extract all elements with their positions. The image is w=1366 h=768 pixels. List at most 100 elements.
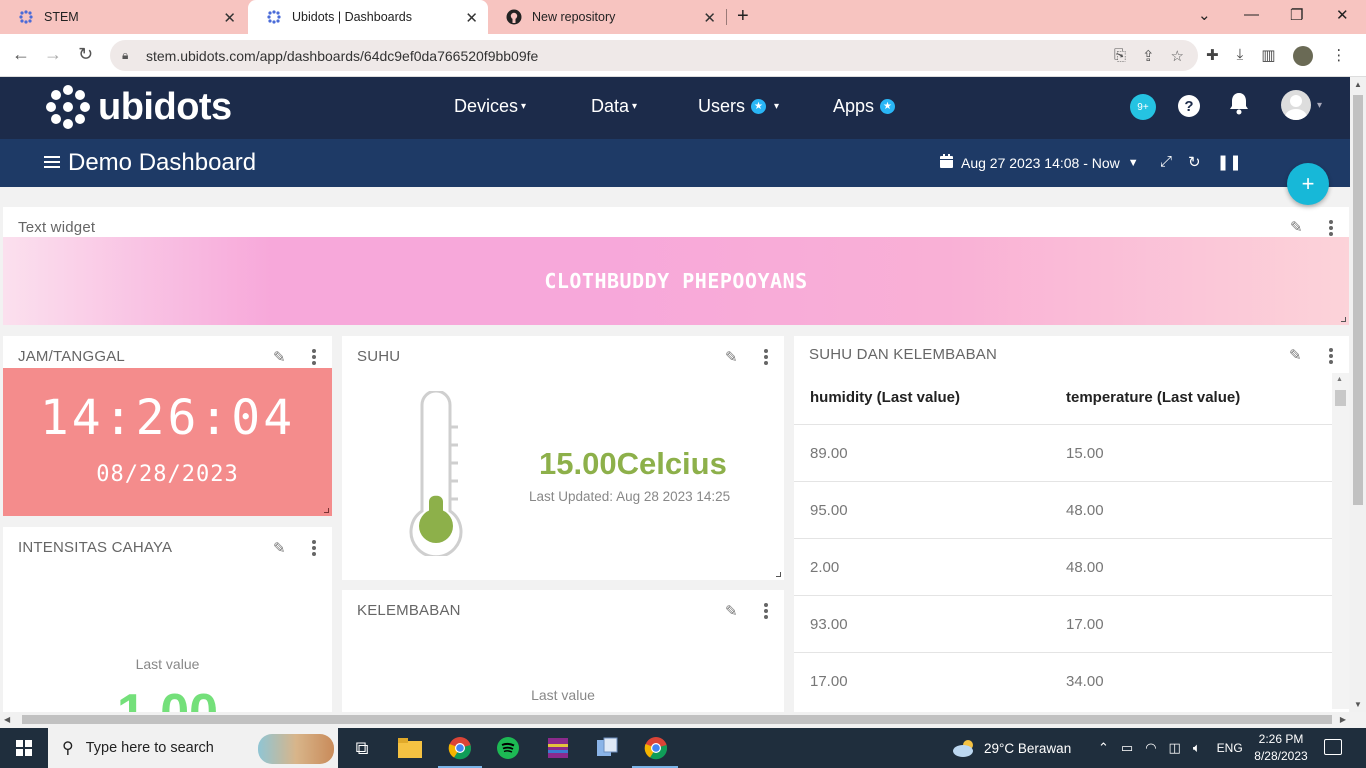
notification-center-icon[interactable] (1324, 739, 1342, 755)
forward-arrow-icon[interactable]: → (44, 44, 62, 65)
more-options-icon[interactable] (1329, 220, 1333, 238)
url-text: stem.ubidots.com/app/dashboards/64dc9ef0… (146, 47, 539, 64)
pause-icon[interactable]: ❚❚ (1217, 153, 1242, 171)
back-arrow-icon[interactable]: ← (12, 44, 30, 65)
language-indicator[interactable]: ENG (1217, 741, 1243, 755)
help-icon[interactable]: ? (1178, 95, 1200, 117)
file-transfer-app-icon[interactable] (593, 734, 621, 762)
browser-menu-icon[interactable]: ⋮ (1331, 46, 1346, 66)
ubidots-logo[interactable]: ubidots (46, 85, 232, 129)
extensions-puzzle-icon[interactable]: ✚ (1206, 46, 1219, 66)
browser-tab-bar: STEM ✕ Ubidots | Dashboards ✕ New reposi… (0, 0, 1366, 34)
nav-users[interactable]: Users ★ ▾ (698, 96, 779, 117)
nav-data[interactable]: Data ▾ (591, 96, 637, 117)
tab-ubidots-dashboards[interactable]: Ubidots | Dashboards ✕ (248, 0, 488, 34)
clock-display: 14:26:04 08/28/2023 (3, 368, 332, 516)
close-window-icon[interactable]: ✕ (1336, 6, 1349, 24)
edit-pencil-icon[interactable]: ✎ (1289, 346, 1302, 364)
scroll-right-arrow-icon[interactable]: ▶ (1340, 715, 1346, 724)
refresh-icon[interactable]: ↻ (1188, 153, 1201, 171)
dashboard-title[interactable]: Demo Dashboard (68, 149, 256, 177)
page-vertical-scrollbar-thumb[interactable] (1353, 95, 1363, 505)
page-horizontal-scrollbar-thumb[interactable] (22, 715, 1332, 724)
caret-down-icon[interactable]: ▾ (1317, 100, 1322, 111)
humidity-cell: 95.00 (810, 502, 848, 519)
resize-handle[interactable] (776, 572, 781, 577)
table-row: 2.00 48.00 (794, 538, 1332, 595)
edit-pencil-icon[interactable]: ✎ (725, 602, 738, 620)
caret-down-icon: ▾ (632, 101, 638, 112)
updates-badge[interactable]: 9+ (1130, 94, 1156, 120)
profile-avatar-icon[interactable] (1293, 46, 1314, 66)
date-range-text: Aug 27 2023 14:08 - Now (961, 154, 1120, 171)
bell-icon[interactable] (1228, 91, 1250, 120)
column-header-temperature[interactable]: temperature (Last value) (1066, 389, 1240, 406)
more-options-icon[interactable] (312, 540, 316, 558)
spotify-icon[interactable] (494, 734, 522, 762)
windows-start-icon[interactable] (16, 740, 32, 756)
nav-label: Apps (833, 96, 875, 116)
volume-icon[interactable]: 🔈︎ (1193, 740, 1201, 756)
tab-title: STEM (44, 10, 79, 24)
resize-handle[interactable] (1341, 317, 1346, 322)
show-hidden-icons-chevron-icon[interactable]: ⌃ (1098, 740, 1109, 756)
side-panel-icon[interactable]: ▥ (1261, 46, 1275, 66)
column-header-humidity[interactable]: humidity (Last value) (810, 389, 960, 406)
page-vertical-scrollbar[interactable]: ▲ ▼ (1350, 77, 1366, 712)
chrome-icon[interactable] (446, 734, 474, 762)
edit-pencil-icon[interactable]: ✎ (273, 539, 286, 557)
nav-devices[interactable]: Devices ▾ (454, 96, 526, 117)
more-options-icon[interactable] (764, 349, 768, 367)
caret-down-icon: ▾ (774, 101, 780, 112)
nav-apps[interactable]: Apps ★ (833, 96, 896, 117)
edit-pencil-icon[interactable]: ✎ (725, 348, 738, 366)
chrome-active-icon[interactable] (642, 734, 670, 762)
task-view-icon[interactable]: ⧉ (348, 734, 376, 762)
battery-icon[interactable]: ▭ (1121, 740, 1133, 756)
scroll-left-arrow-icon[interactable]: ◀ (4, 715, 10, 724)
scroll-up-arrow-icon[interactable]: ▲ (1354, 80, 1362, 89)
restore-window-icon[interactable]: ❐ (1290, 6, 1303, 24)
scroll-down-arrow-icon[interactable]: ▼ (1354, 700, 1362, 709)
close-tab-icon[interactable]: ✕ (465, 9, 478, 27)
close-tab-icon[interactable]: ✕ (703, 9, 716, 27)
clock-date: 08/28/2023 (96, 462, 239, 487)
dashboard-header: Demo Dashboard Aug 27 2023 14:08 - Now ▼… (0, 139, 1350, 187)
table-scrollbar[interactable]: ▲ (1332, 373, 1349, 709)
edit-pencil-icon[interactable]: ✎ (273, 348, 286, 366)
winrar-icon[interactable] (544, 734, 572, 762)
device-icon[interactable]: ◫ (1169, 740, 1181, 756)
search-highlight-image (258, 734, 334, 764)
url-bar[interactable]: 🔒︎ stem.ubidots.com/app/dashboards/64dc9… (110, 40, 1198, 71)
page-horizontal-scrollbar[interactable]: ◀ ▶ (0, 712, 1350, 728)
user-avatar[interactable] (1281, 90, 1311, 120)
more-options-icon[interactable] (764, 603, 768, 621)
wifi-icon[interactable]: ◠ (1145, 740, 1156, 756)
add-widget-button[interactable]: + (1287, 163, 1329, 205)
tab-new-repository[interactable]: New repository ✕ (488, 0, 726, 34)
reload-icon[interactable]: ↻ (78, 44, 93, 65)
minimize-icon[interactable]: — (1244, 6, 1259, 23)
taskbar-search-box[interactable]: ⚲ Type here to search (48, 728, 338, 768)
bookmark-star-icon[interactable]: ☆ (1171, 47, 1184, 65)
more-options-icon[interactable] (1329, 348, 1333, 366)
tab-stem[interactable]: STEM ✕ (0, 0, 246, 34)
humidity-cell: 2.00 (810, 559, 840, 576)
hamburger-menu-icon[interactable] (44, 156, 60, 171)
close-tab-icon[interactable]: ✕ (223, 9, 236, 27)
taskbar-clock[interactable]: 2:26 PM 8/28/2023 (1252, 731, 1310, 765)
translate-icon[interactable]: ⎘ (1114, 47, 1126, 65)
date-range-picker[interactable]: Aug 27 2023 14:08 - Now ▼ (940, 154, 1139, 171)
more-options-icon[interactable] (312, 349, 316, 367)
edit-pencil-icon[interactable]: ✎ (1290, 218, 1303, 236)
new-tab-plus-icon[interactable]: + (737, 5, 749, 28)
tab-search-chevron-icon[interactable]: ⌄ (1198, 6, 1211, 24)
resize-handle[interactable] (324, 508, 329, 513)
scroll-up-arrow-icon[interactable]: ▲ (1336, 376, 1343, 383)
fullscreen-expand-icon[interactable]: ⤢ (1160, 153, 1172, 171)
weather-widget[interactable]: 29°C Berawan (952, 728, 1071, 768)
download-icon[interactable]: ⤓ (1237, 46, 1244, 66)
share-icon[interactable]: ⇪ (1142, 47, 1155, 65)
table-scrollbar-thumb[interactable] (1335, 390, 1346, 406)
file-explorer-icon[interactable] (396, 734, 424, 762)
